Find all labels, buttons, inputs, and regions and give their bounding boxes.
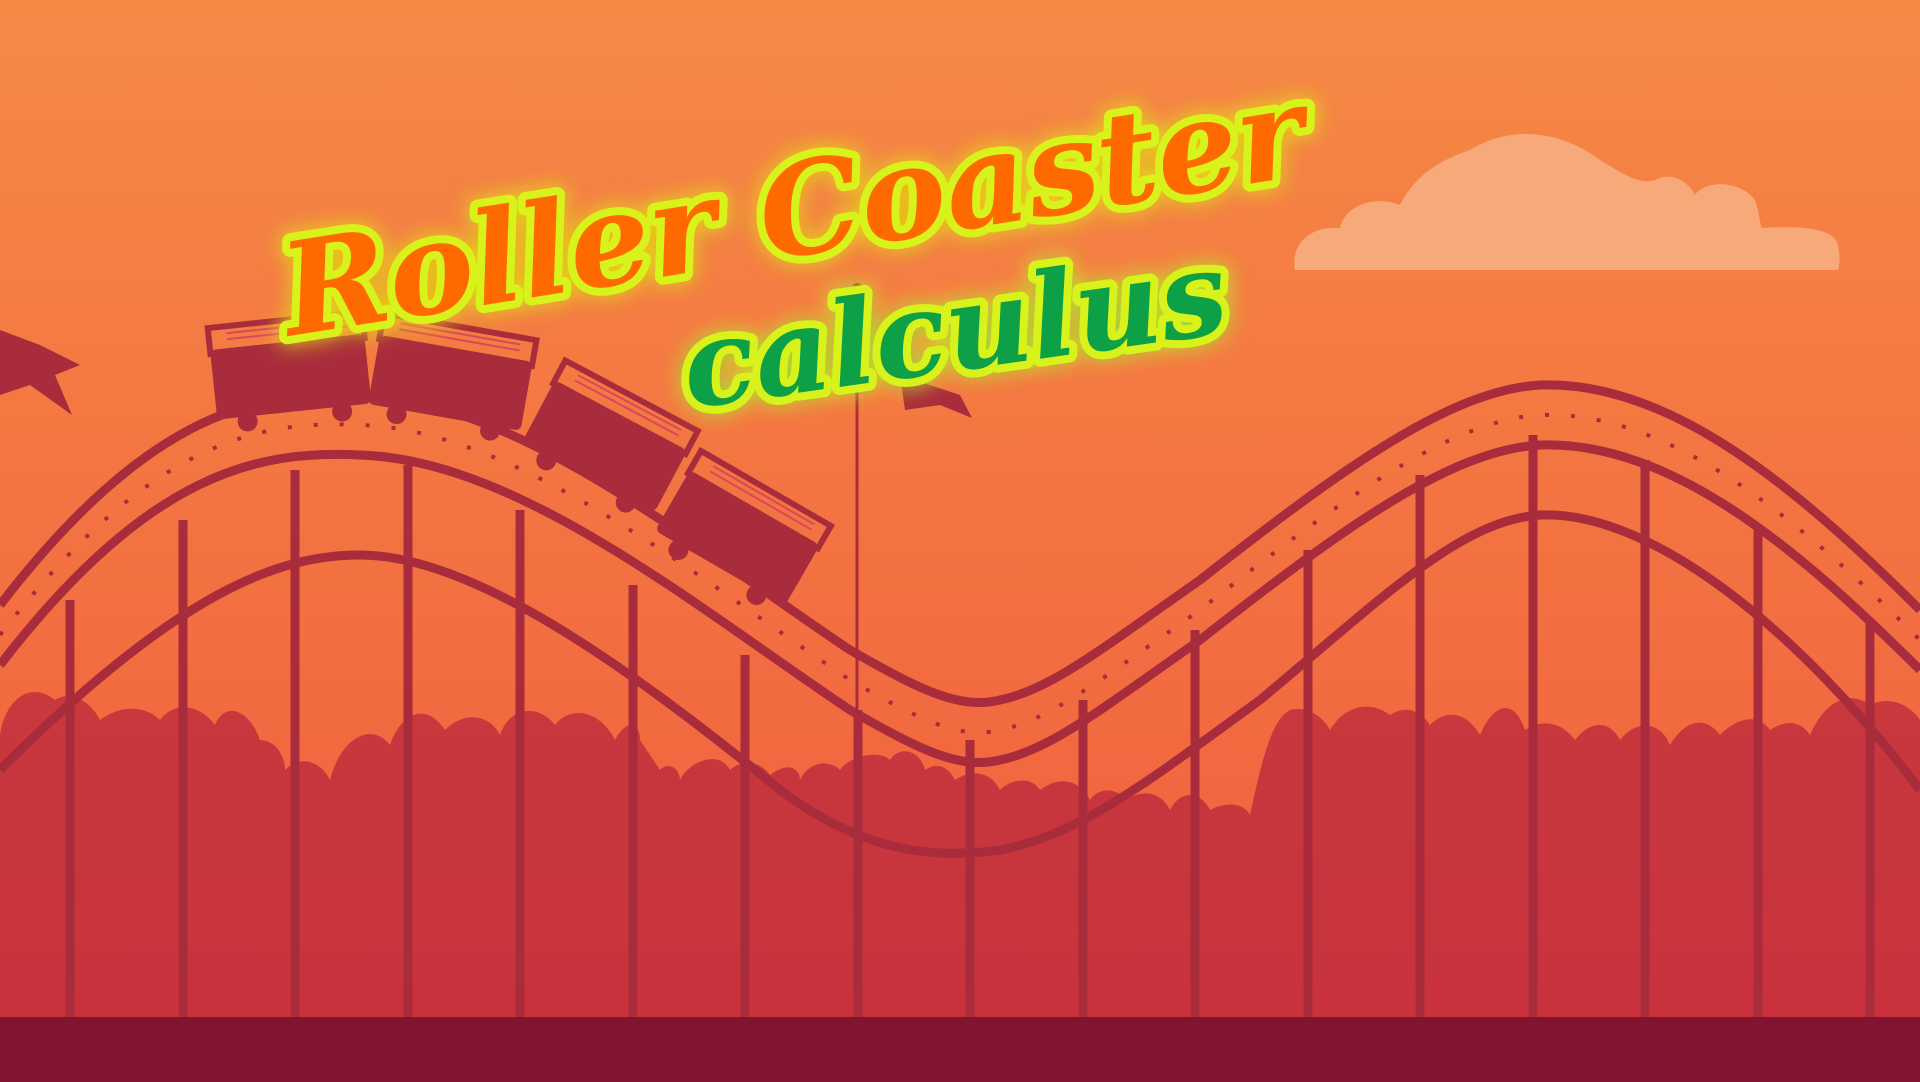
ground <box>0 1017 1920 1082</box>
game-scene: Roller Coaster calculus <box>0 0 1920 1082</box>
